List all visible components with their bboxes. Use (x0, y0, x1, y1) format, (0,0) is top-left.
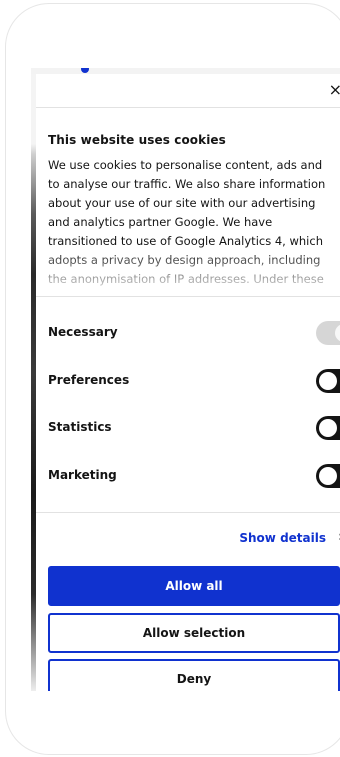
toggle-label-marketing: Marketing (48, 468, 117, 482)
statistics-toggle[interactable] (316, 416, 340, 440)
toggle-knob (319, 372, 337, 390)
marketing-toggle[interactable] (316, 464, 340, 488)
allow-all-button[interactable]: Allow all (48, 566, 340, 606)
toggle-row-preferences: Preferences (48, 369, 340, 393)
cookie-consent-dialog: × This website uses cookies We use cooki… (36, 74, 340, 691)
close-icon[interactable]: × (329, 82, 340, 98)
toggle-row-marketing: Marketing (48, 464, 340, 488)
toggle-knob (319, 467, 337, 485)
deny-button[interactable]: Deny (48, 659, 340, 691)
dialog-title: This website uses cookies (48, 133, 226, 147)
toggle-knob (335, 324, 340, 342)
dialog-header: × (36, 74, 340, 108)
browser-viewport: × This website uses cookies We use cooki… (31, 68, 340, 691)
necessary-toggle (316, 321, 340, 345)
allow-selection-button[interactable]: Allow selection (48, 613, 340, 653)
toggle-row-statistics: Statistics (48, 416, 340, 440)
toggle-knob (319, 419, 337, 437)
consent-content[interactable]: This website uses cookies We use cookies… (36, 108, 340, 297)
consent-toggles: Necessary Preferences Statistics Marketi… (36, 297, 340, 513)
show-details-link[interactable]: Show details (239, 531, 326, 545)
toggle-row-necessary: Necessary (48, 321, 340, 345)
details-row: Show details › (36, 513, 340, 566)
preferences-toggle[interactable] (316, 369, 340, 393)
toggle-label-statistics: Statistics (48, 420, 112, 434)
toggle-label-preferences: Preferences (48, 373, 130, 387)
text-fade-overlay (36, 248, 340, 296)
toggle-label-necessary: Necessary (48, 325, 118, 339)
